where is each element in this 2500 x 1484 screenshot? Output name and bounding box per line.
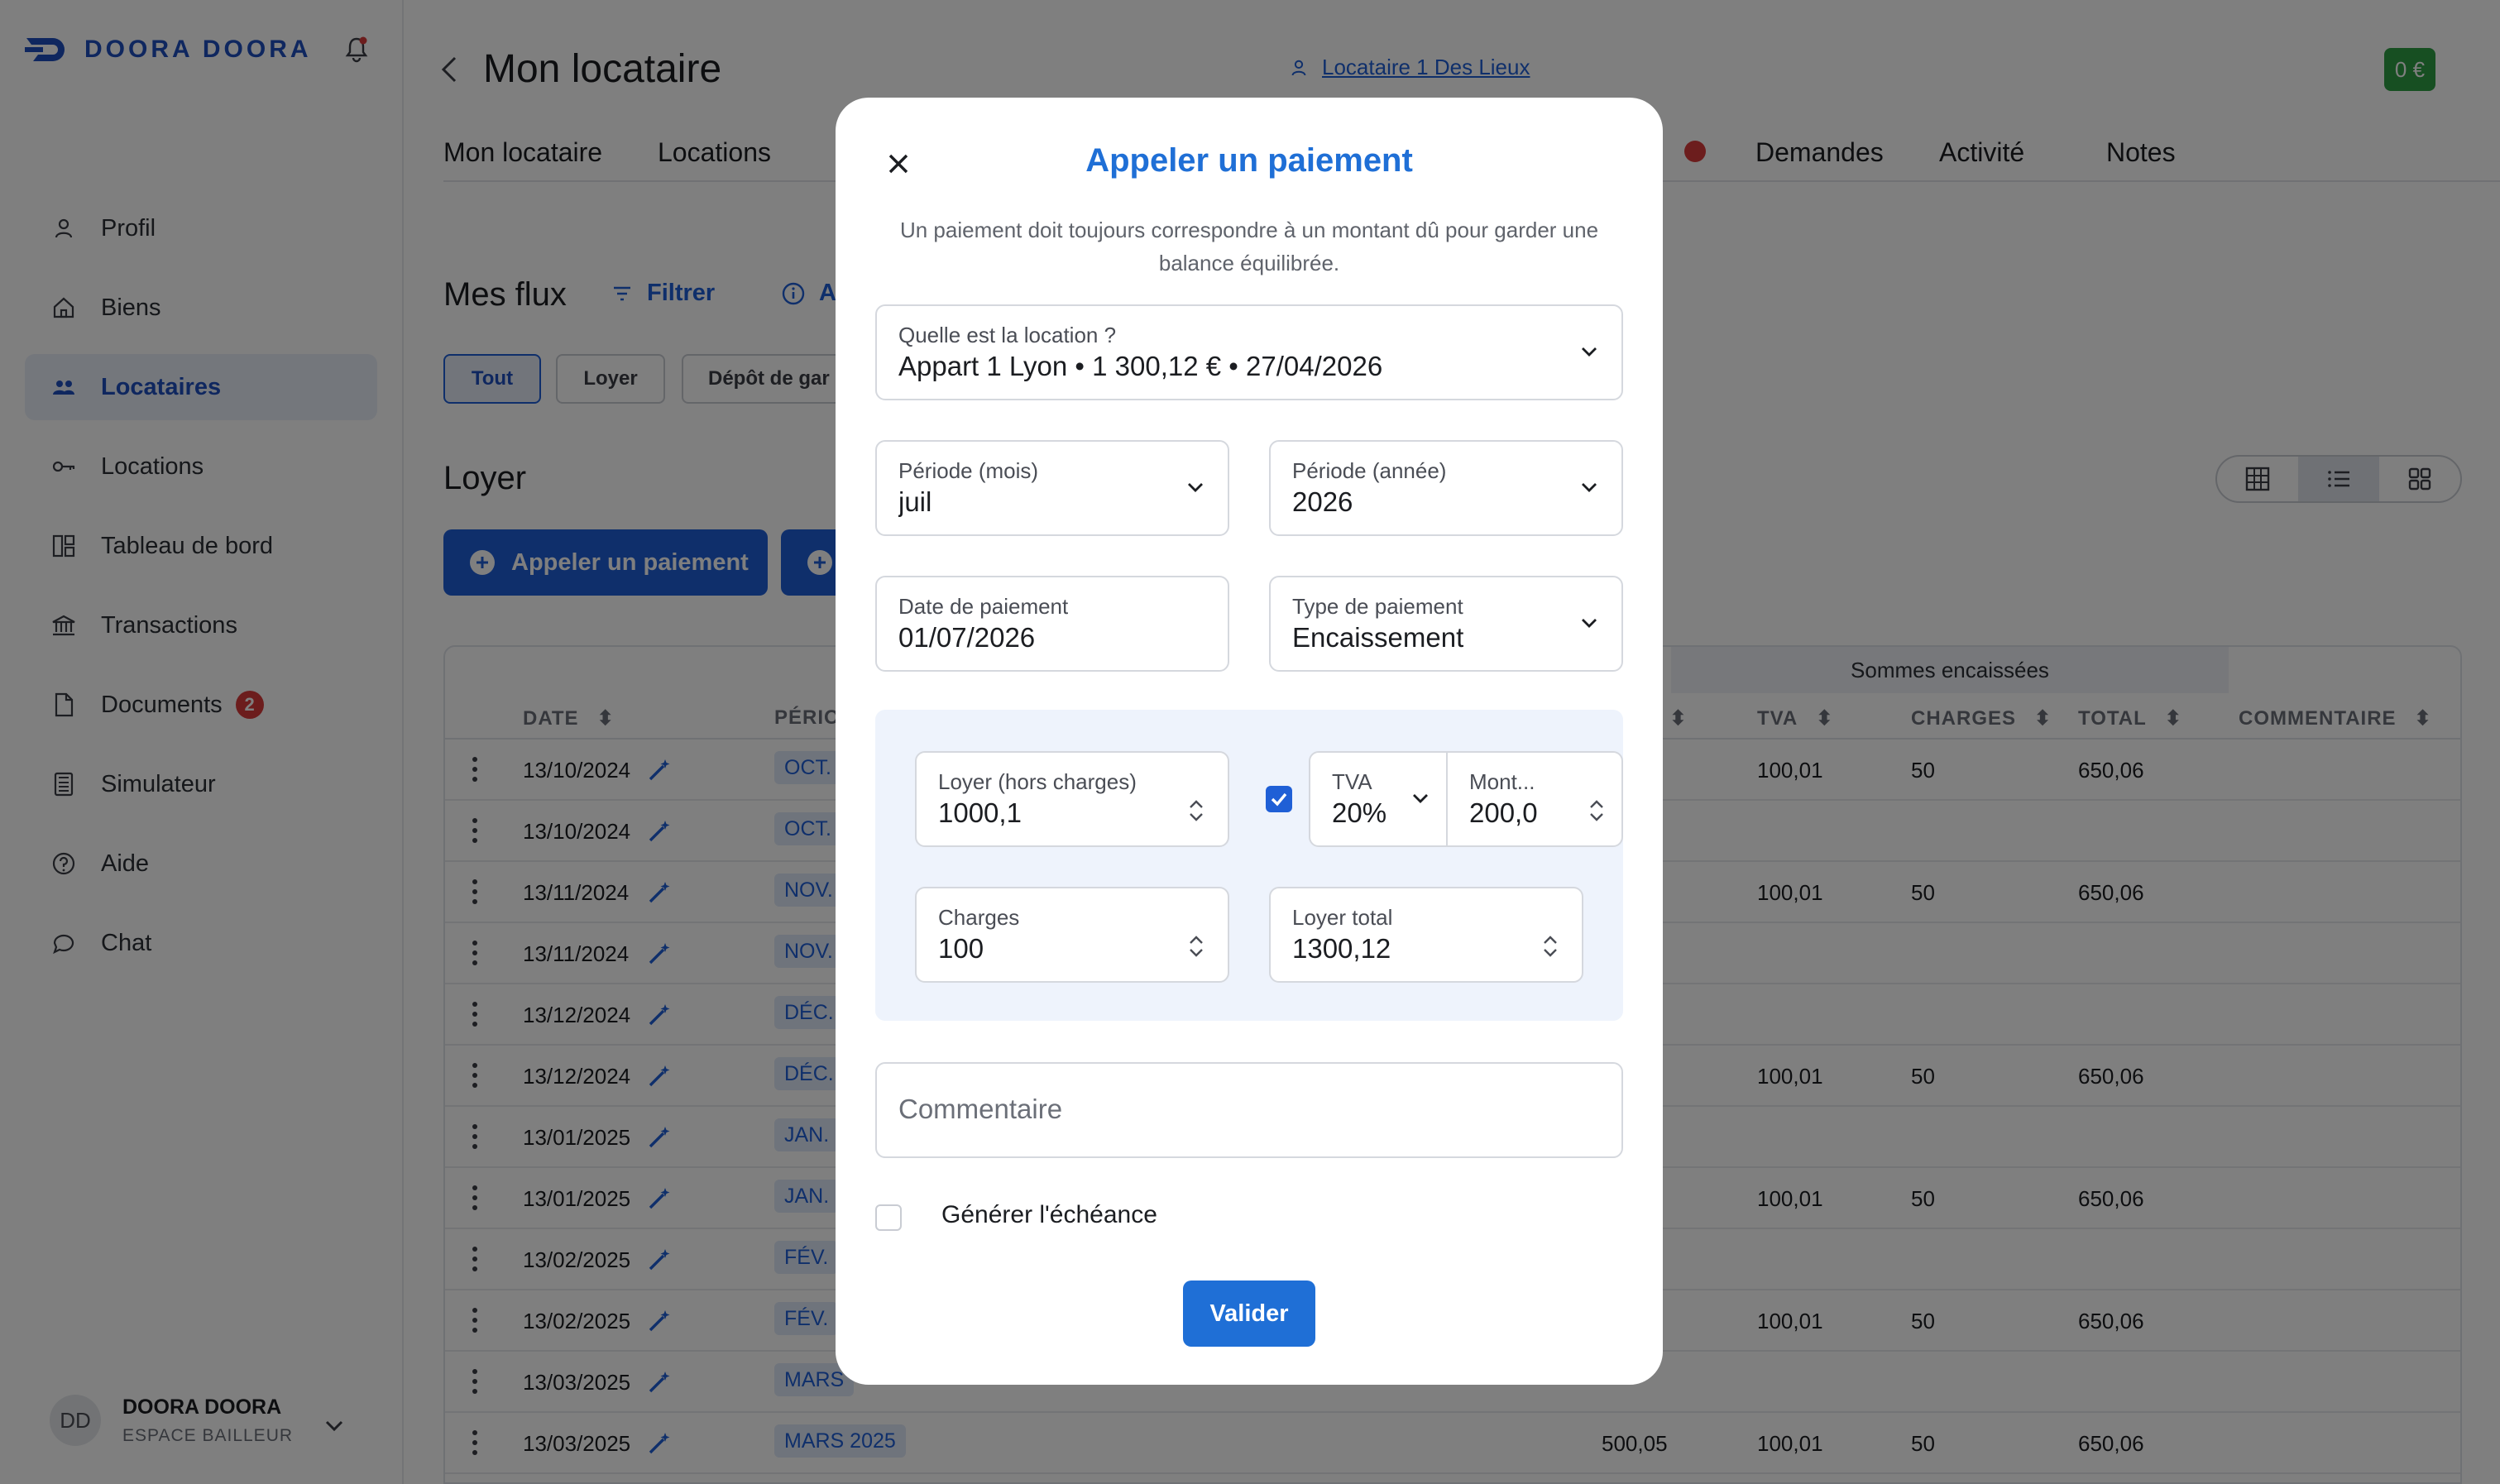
comment-placeholder: Commentaire (898, 1094, 1063, 1124)
payment-type-label: Type de paiement (1292, 594, 1463, 619)
location-select[interactable]: Quelle est la location ? Appart 1 Lyon •… (875, 304, 1623, 400)
total-rent-value: 1300,12 (1292, 933, 1391, 964)
modal-title: Appeler un paiement (1085, 142, 1413, 179)
check-icon (1271, 792, 1287, 807)
rent-label: Loyer (hors charges) (938, 769, 1137, 794)
period-year-label: Période (année) (1292, 458, 1447, 483)
stepper-icon[interactable] (1587, 796, 1607, 826)
modal-subtitle: Un paiement doit toujours correspondre à… (899, 218, 1599, 275)
total-rent-input[interactable]: Loyer total 1300,12 (1269, 887, 1583, 983)
period-month-label: Période (mois) (898, 458, 1039, 483)
stepper-icon[interactable] (1540, 931, 1560, 961)
validate-button[interactable]: Valider (1183, 1281, 1315, 1347)
location-value: Appart 1 Lyon • 1 300,12 € • 27/04/2026 (898, 351, 1383, 381)
chevron-down-icon (1582, 347, 1597, 357)
tva-amount-input[interactable]: Mont... 200,0 (1448, 753, 1621, 845)
payment-type-value: Encaissement (1292, 622, 1464, 653)
stepper-icon[interactable] (1186, 931, 1206, 961)
period-month-value: juil (898, 486, 932, 517)
location-label: Quelle est la location ? (898, 323, 1117, 347)
payment-type-select[interactable]: Type de paiement Encaissement (1269, 576, 1623, 672)
tva-select[interactable]: TVA 20% (1310, 753, 1448, 845)
charges-value: 100 (938, 933, 984, 964)
period-month-select[interactable]: Période (mois) juil (875, 440, 1229, 536)
payment-date-value: 01/07/2026 (898, 622, 1036, 653)
payment-date-label: Date de paiement (898, 594, 1069, 619)
payment-date-field[interactable]: Date de paiement 01/07/2026 (875, 576, 1229, 672)
chevron-down-icon (1582, 483, 1597, 492)
charges-label: Charges (938, 905, 1020, 930)
tva-amount-label: Mont... (1469, 769, 1535, 794)
tva-amount-value: 200,0 (1469, 797, 1538, 828)
chevron-down-icon (1188, 483, 1203, 492)
tva-group: TVA 20% Mont... 200,0 (1309, 751, 1623, 847)
rent-input[interactable]: Loyer (hors charges) 1000,1 (915, 751, 1229, 847)
chevron-down-icon (1582, 619, 1597, 628)
tva-checkbox[interactable] (1266, 786, 1292, 812)
chevron-down-icon (1413, 794, 1428, 803)
comment-field[interactable]: Commentaire (875, 1062, 1623, 1158)
call-payment-modal: Appeler un paiement Un paiement doit tou… (836, 98, 1663, 1385)
total-rent-label: Loyer total (1292, 905, 1393, 930)
tva-label: TVA (1332, 769, 1372, 794)
generate-due-label[interactable]: Générer l'échéance (941, 1201, 1157, 1229)
generate-due-checkbox[interactable] (875, 1204, 902, 1231)
rent-value: 1000,1 (938, 797, 1022, 828)
stepper-icon[interactable] (1186, 796, 1206, 826)
period-year-select[interactable]: Période (année) 2026 (1269, 440, 1623, 536)
charges-input[interactable]: Charges 100 (915, 887, 1229, 983)
period-year-value: 2026 (1292, 486, 1353, 517)
tva-value: 20% (1332, 797, 1387, 828)
